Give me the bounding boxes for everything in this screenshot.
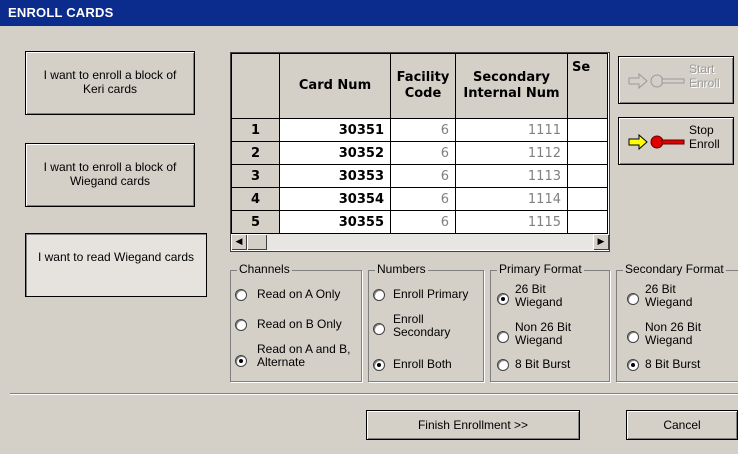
card-num-cell[interactable]: 30352 bbox=[279, 141, 391, 165]
option-label: 26 Bit Wiegand bbox=[645, 282, 693, 309]
option-label: Enroll Secondary bbox=[393, 312, 451, 339]
option-label: 8 Bit Burst bbox=[645, 357, 701, 371]
primary-format-legend: Primary Format bbox=[497, 262, 584, 276]
arrow-key-icon bbox=[628, 72, 685, 90]
truncated-cell[interactable] bbox=[567, 187, 608, 211]
radio-read-b-only[interactable] bbox=[235, 319, 247, 331]
stop-enroll-button[interactable]: Stop Enroll bbox=[618, 117, 734, 165]
row-number: 4 bbox=[231, 187, 280, 211]
facility-code-cell[interactable]: 6 bbox=[390, 118, 456, 142]
header-facility-code[interactable]: Facility Code bbox=[390, 53, 456, 119]
enroll-label: Enroll bbox=[689, 137, 720, 151]
radio-read-a-only[interactable] bbox=[235, 289, 247, 301]
card-grid[interactable]: Card Num Facility Code Secondary Interna… bbox=[230, 52, 610, 252]
facility-code-cell[interactable]: 6 bbox=[390, 210, 456, 234]
enroll-wiegand-block-button[interactable]: I want to enroll a block of Wiegand card… bbox=[25, 143, 195, 207]
secondary-format-legend: Secondary Format bbox=[623, 262, 726, 276]
card-table: Card Num Facility Code Secondary Interna… bbox=[231, 53, 608, 234]
truncated-cell[interactable] bbox=[567, 118, 608, 142]
row-number: 1 bbox=[231, 118, 280, 142]
stop-label: Stop bbox=[689, 123, 714, 137]
secondary-format-group: Secondary Format 26 Bit Wiegand Non 26 B… bbox=[616, 262, 738, 382]
window-title: ENROLL CARDS bbox=[8, 5, 114, 20]
cancel-label: Cancel bbox=[663, 418, 701, 432]
arrow-key-icon bbox=[628, 133, 685, 151]
read-wiegand-button[interactable]: I want to read Wiegand cards bbox=[25, 233, 207, 297]
scroll-left-icon[interactable]: ◀ bbox=[231, 234, 247, 250]
radio-enroll-secondary[interactable] bbox=[373, 323, 385, 335]
radio-primary-non-26-bit[interactable] bbox=[497, 331, 509, 343]
card-num-cell[interactable]: 30355 bbox=[279, 210, 391, 234]
truncated-cell[interactable] bbox=[567, 141, 608, 165]
enroll-cards-window: I want to enroll a block of Keri cards I… bbox=[0, 26, 738, 454]
start-label: Start bbox=[689, 62, 715, 76]
start-enroll-button[interactable]: Start Enroll bbox=[618, 56, 734, 104]
facility-code-cell[interactable]: 6 bbox=[390, 141, 456, 165]
scroll-thumb[interactable] bbox=[247, 234, 267, 250]
card-num-cell[interactable]: 30353 bbox=[279, 164, 391, 188]
radio-primary-26-bit[interactable] bbox=[497, 293, 509, 305]
secondary-num-cell[interactable]: 1112 bbox=[455, 141, 568, 165]
facility-code-cell[interactable]: 6 bbox=[390, 187, 456, 211]
enroll-label: Enroll bbox=[689, 76, 720, 90]
table-header-row: Card Num Facility Code Secondary Interna… bbox=[231, 53, 608, 119]
secondary-num-cell[interactable]: 1115 bbox=[455, 210, 568, 234]
row-number: 5 bbox=[231, 210, 280, 234]
truncated-cell[interactable] bbox=[567, 210, 608, 234]
table-row[interactable]: 4 30354 6 1114 bbox=[231, 187, 608, 211]
header-truncated[interactable]: Se bbox=[567, 53, 608, 119]
radio-read-a-b-alternate[interactable] bbox=[235, 355, 247, 367]
header-card-num[interactable]: Card Num bbox=[279, 53, 391, 119]
corner-header bbox=[231, 53, 280, 119]
facility-code-cell[interactable]: 6 bbox=[390, 164, 456, 188]
finish-label: Finish Enrollment >> bbox=[417, 418, 529, 432]
radio-enroll-primary[interactable] bbox=[373, 289, 385, 301]
numbers-group: Numbers Enroll Primary Enroll Secondary … bbox=[368, 262, 484, 382]
table-row[interactable]: 2 30352 6 1112 bbox=[231, 141, 608, 165]
cancel-button[interactable]: Cancel bbox=[626, 410, 738, 440]
channels-legend: Channels bbox=[237, 262, 292, 276]
option-label: 26 Bit Wiegand bbox=[515, 282, 563, 309]
radio-secondary-non-26-bit[interactable] bbox=[627, 331, 639, 343]
radio-enroll-both[interactable] bbox=[373, 359, 385, 371]
truncated-cell[interactable] bbox=[567, 164, 608, 188]
card-num-cell[interactable]: 30354 bbox=[279, 187, 391, 211]
channels-group: Channels Read on A Only Read on B Only R… bbox=[230, 262, 362, 382]
option-label: Enroll Both bbox=[393, 357, 452, 371]
option-label: 8 Bit Burst bbox=[515, 357, 571, 371]
numbers-legend: Numbers bbox=[375, 262, 428, 276]
option-label: Non 26 Bit Wiegand bbox=[645, 320, 702, 347]
secondary-num-cell[interactable]: 1114 bbox=[455, 187, 568, 211]
secondary-num-cell[interactable]: 1113 bbox=[455, 164, 568, 188]
radio-secondary-8-bit-burst[interactable] bbox=[627, 359, 639, 371]
primary-format-group: Primary Format 26 Bit Wiegand Non 26 Bit… bbox=[490, 262, 610, 382]
option-label: Non 26 Bit Wiegand bbox=[515, 320, 572, 347]
option-label: Read on A and B, Alternate bbox=[257, 342, 351, 369]
header-secondary-internal-num[interactable]: Secondary Internal Num bbox=[455, 53, 568, 119]
scroll-right-icon[interactable]: ▶ bbox=[593, 234, 609, 250]
row-number: 3 bbox=[231, 164, 280, 188]
row-number: 2 bbox=[231, 141, 280, 165]
option-label: Read on B Only bbox=[257, 317, 342, 331]
option-label: Enroll Primary bbox=[393, 287, 469, 301]
table-row[interactable]: 5 30355 6 1115 bbox=[231, 210, 608, 234]
option-label: Read on A Only bbox=[257, 287, 341, 301]
table-row[interactable]: 1 30351 6 1111 bbox=[231, 118, 608, 142]
title-bar: ENROLL CARDS bbox=[0, 0, 738, 26]
finish-enrollment-button[interactable]: Finish Enrollment >> bbox=[366, 410, 580, 440]
radio-secondary-26-bit[interactable] bbox=[627, 293, 639, 305]
secondary-num-cell[interactable]: 1111 bbox=[455, 118, 568, 142]
separator bbox=[10, 393, 738, 395]
card-num-cell[interactable]: 30351 bbox=[279, 118, 391, 142]
table-row[interactable]: 3 30353 6 1113 bbox=[231, 164, 608, 188]
horizontal-scrollbar[interactable]: ◀ ▶ bbox=[231, 234, 609, 250]
enroll-keri-block-button[interactable]: I want to enroll a block of Keri cards bbox=[25, 51, 195, 115]
radio-primary-8-bit-burst[interactable] bbox=[497, 359, 509, 371]
